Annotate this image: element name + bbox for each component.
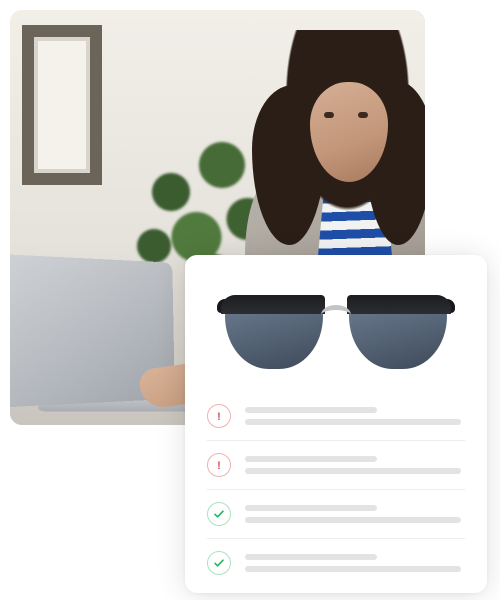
check-icon [207,551,231,575]
check-row: ! [207,453,465,490]
placeholder-bar [245,468,461,474]
sunglasses-icon [221,285,451,377]
svg-text:!: ! [217,460,221,471]
check-row [207,502,465,539]
product-image [207,273,465,388]
picture-frame [22,25,102,185]
placeholder-bar [245,566,461,572]
placeholder-bar [245,407,377,413]
alert-icon: ! [207,404,231,428]
placeholder-bar [245,554,377,560]
check-row: ! [207,404,465,441]
placeholder-bar [245,517,461,523]
placeholder-lines [245,407,465,425]
placeholder-bar [245,419,461,425]
check-row [207,551,465,575]
check-list: ! ! [207,404,465,575]
placeholder-bar [245,456,377,462]
placeholder-lines [245,456,465,474]
alert-icon: ! [207,453,231,477]
placeholder-bar [245,505,377,511]
svg-text:!: ! [217,411,221,422]
placeholder-lines [245,554,465,572]
frame-top-right [347,295,451,314]
placeholder-lines [245,505,465,523]
check-icon [207,502,231,526]
frame-top-left [221,295,325,314]
product-check-card: ! ! [185,255,487,593]
